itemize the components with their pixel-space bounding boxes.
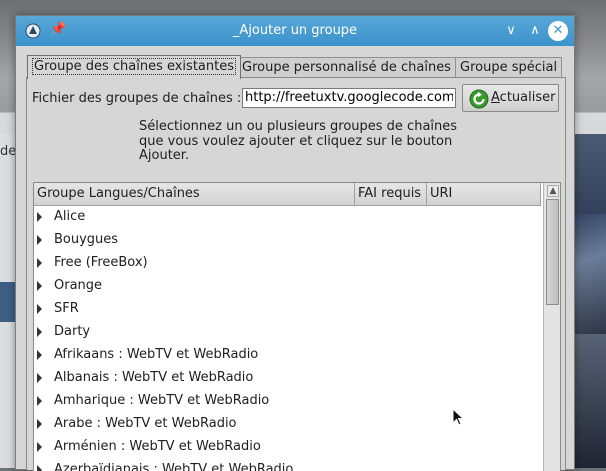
background-blue-block (0, 282, 16, 322)
url-input[interactable] (242, 88, 456, 108)
scroll-up-arrow-icon[interactable]: ▲ (547, 185, 559, 197)
tree-row[interactable]: Alice (34, 206, 541, 229)
tree-row[interactable]: Orange (34, 275, 541, 298)
tree-row[interactable]: Free (FreeBox) (34, 252, 541, 275)
tab-existing-groups[interactable]: Groupe des chaînes existantes (27, 55, 241, 79)
groups-tree[interactable]: Groupe Langues/Chaînes FAI requis URI Al… (33, 182, 561, 471)
title-bar[interactable]: 📌 _Ajouter un groupe ∨ ∧ ✕ (16, 16, 574, 46)
tree-row[interactable]: Darty (34, 321, 541, 344)
expander-icon[interactable] (37, 396, 42, 406)
expander-icon[interactable] (37, 465, 42, 471)
tree-row[interactable]: Bouygues (34, 229, 541, 252)
tree-header: Groupe Langues/Chaînes FAI requis URI (34, 183, 541, 206)
tree-row[interactable]: Albanais : WebTV et WebRadio (34, 367, 541, 390)
maximize-button[interactable]: ∧ (524, 20, 546, 42)
expander-icon[interactable] (37, 281, 42, 291)
mouse-pointer-icon (452, 408, 465, 426)
tree-row[interactable]: Afrikaans : WebTV et WebRadio (34, 344, 541, 367)
tree-row[interactable]: Arménien : WebTV et WebRadio (34, 436, 541, 459)
background-text-left: de (0, 144, 17, 159)
expander-icon[interactable] (37, 442, 42, 452)
expander-icon[interactable] (37, 258, 42, 268)
tree-row[interactable]: SFR (34, 298, 541, 321)
tree-row[interactable]: Azerbaïdjanais : WebTV et WebRadio (34, 459, 541, 471)
expander-icon[interactable] (37, 235, 42, 245)
scrollbar-thumb[interactable] (546, 199, 559, 305)
tab-panel: Fichier des groupes de chaînes : Actuali… (26, 77, 566, 471)
minimize-button[interactable]: ∨ (500, 20, 522, 42)
expander-icon[interactable] (37, 373, 42, 383)
background-window-left: de (0, 134, 16, 468)
tab-custom-group[interactable]: Groupe personnalisé de chaînes (237, 57, 456, 78)
expander-icon[interactable] (37, 212, 42, 222)
refresh-icon (469, 89, 489, 109)
expander-icon[interactable] (37, 350, 42, 360)
instructions-text: Sélectionnez un ou plusieurs groupes de … (139, 119, 458, 163)
add-group-dialog: 📌 _Ajouter un groupe ∨ ∧ ✕ Groupe des ch… (15, 15, 575, 471)
expander-icon[interactable] (37, 304, 42, 314)
column-header-group[interactable]: Groupe Langues/Chaînes (34, 183, 355, 205)
tab-special-group[interactable]: Groupe spécial (455, 57, 563, 78)
expander-icon[interactable] (37, 327, 42, 337)
refresh-button[interactable]: Actualiser (462, 84, 559, 112)
expander-icon[interactable] (37, 419, 42, 429)
refresh-label: Actualiser (491, 90, 556, 105)
dialog-title: _Ajouter un groupe (232, 23, 358, 38)
vertical-scrollbar[interactable]: ▲ (543, 183, 560, 471)
column-header-isp[interactable]: FAI requis (355, 183, 427, 205)
close-button[interactable]: ✕ (548, 21, 568, 41)
tree-rows: Alice Bouygues Free (FreeBox) Orange SFR… (34, 206, 541, 471)
url-label: Fichier des groupes de chaînes : (32, 91, 242, 106)
column-header-uri[interactable]: URI (427, 183, 541, 205)
